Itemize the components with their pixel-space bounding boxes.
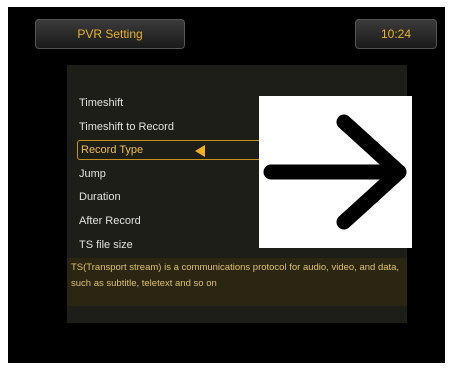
menu-item-label: Record Type bbox=[81, 144, 144, 156]
menu-item-ts-file-size[interactable]: TS file size bbox=[79, 235, 133, 255]
menu-item-label: TS file size bbox=[79, 239, 133, 251]
left-arrow-icon[interactable] bbox=[195, 145, 205, 157]
clock-label: 10:24 bbox=[380, 27, 412, 41]
menu-item-after-record[interactable]: After Record bbox=[79, 211, 141, 231]
description-box: TS(Transport stream) is a communications… bbox=[67, 258, 407, 306]
menu-item-label: Timeshift to Record bbox=[79, 121, 174, 133]
menu-item-jump[interactable]: Jump bbox=[79, 164, 106, 184]
page-title: PVR Setting bbox=[35, 19, 185, 49]
menu-item-label: After Record bbox=[79, 215, 141, 227]
menu-item-timeshift-to-record[interactable]: Timeshift to Record bbox=[79, 117, 174, 137]
menu-item-duration[interactable]: Duration bbox=[79, 187, 121, 207]
menu-item-label: Timeshift bbox=[79, 97, 124, 109]
menu-item-label: Jump bbox=[79, 168, 106, 180]
menu-item-timeshift[interactable]: Timeshift bbox=[79, 93, 123, 113]
page-title-label: PVR Setting bbox=[77, 27, 143, 41]
overlay-panel bbox=[259, 96, 412, 248]
menu-item-label: Duration bbox=[79, 191, 121, 203]
clock: 10:24 bbox=[355, 19, 437, 49]
description-text: TS(Transport stream) is a communications… bbox=[71, 262, 400, 289]
right-arrow-icon bbox=[263, 114, 407, 230]
